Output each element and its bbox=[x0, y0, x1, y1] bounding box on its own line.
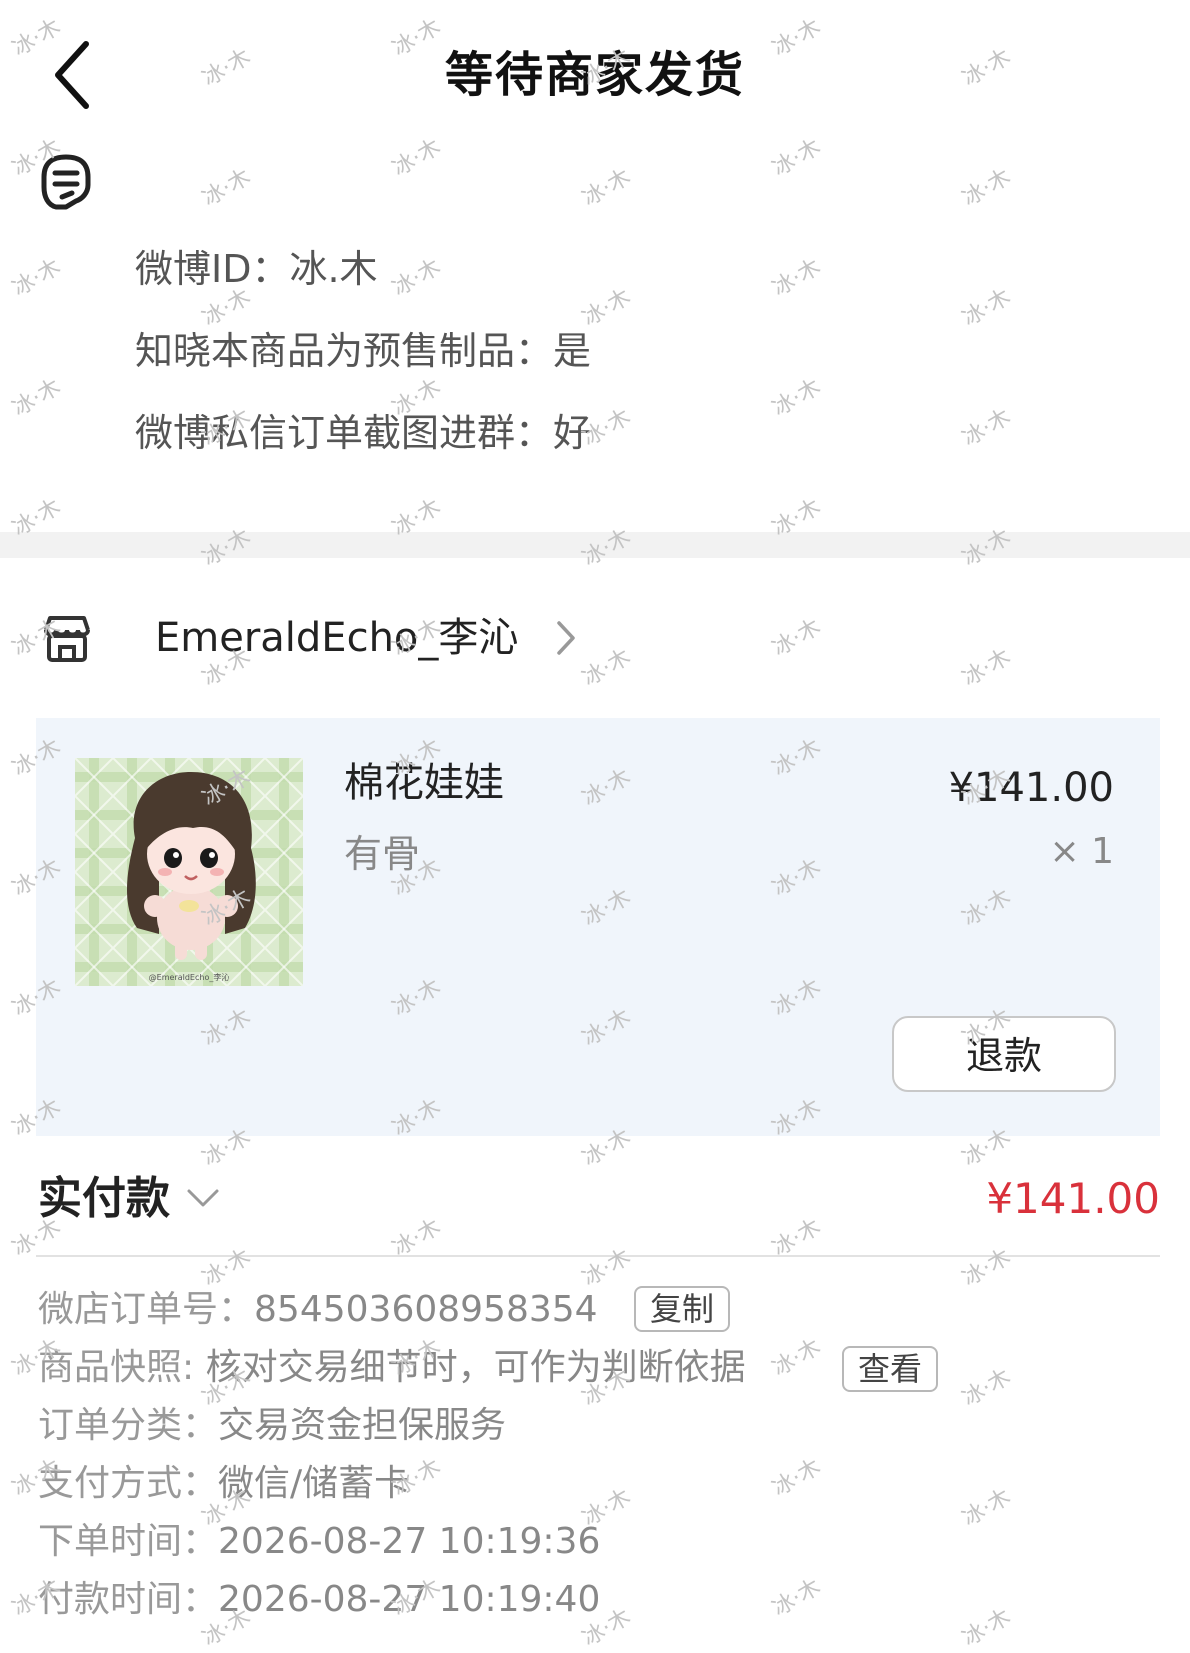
watermark-text: 冰·木 bbox=[768, 614, 826, 662]
watermark-text: 冰·木 bbox=[578, 284, 636, 332]
watermark-text: 冰·木 bbox=[578, 164, 636, 212]
copy-button[interactable]: 复制 bbox=[634, 1286, 730, 1332]
watermark-text: 冰·木 bbox=[768, 1574, 826, 1622]
watermark-text: 冰·木 bbox=[388, 254, 446, 302]
watermark-text: 冰·木 bbox=[768, 1334, 826, 1382]
note-icon bbox=[41, 154, 91, 210]
order-category-row: 订单分类：交易资金担保服务 bbox=[38, 1405, 507, 1446]
remark-screenshot: 微博私信订单截图进群：好 bbox=[135, 411, 592, 455]
page-title: 等待商家发货 bbox=[444, 47, 745, 103]
order-number: 854503608958354 bbox=[254, 1289, 598, 1330]
watermark-text: 冰·木 bbox=[768, 1454, 826, 1502]
view-snapshot-button[interactable]: 查看 bbox=[842, 1346, 938, 1392]
watermark-text: 冰·木 bbox=[388, 134, 446, 182]
watermark-text: 冰·木 bbox=[958, 644, 1016, 692]
watermark-text: 冰·木 bbox=[768, 374, 826, 422]
section-divider bbox=[0, 532, 1190, 558]
thumbnail-caption: @EmeraldEcho_李沁 bbox=[149, 972, 230, 982]
refund-button[interactable]: 退款 bbox=[892, 1016, 1116, 1092]
watermark-text: 冰·木 bbox=[958, 1604, 1016, 1652]
watermark-text: 冰·木 bbox=[8, 374, 66, 422]
remark-weibo-id: 微博ID：冰.木 bbox=[135, 247, 378, 291]
watermark-text: 冰·木 bbox=[8, 254, 66, 302]
watermark-text: 冰·木 bbox=[958, 1364, 1016, 1412]
snapshot-row: 商品快照: 核对交易细节时，可作为判断依据 bbox=[38, 1347, 746, 1388]
watermark-text: 冰·木 bbox=[198, 164, 256, 212]
chevron-down-icon[interactable] bbox=[186, 1186, 220, 1210]
paid-amount: ¥141.00 bbox=[986, 1174, 1160, 1223]
product-price: ¥141.00 bbox=[948, 765, 1114, 811]
watermark-text: 冰·木 bbox=[958, 1244, 1016, 1292]
product-spec: 有骨 bbox=[344, 832, 421, 876]
chevron-right-icon[interactable] bbox=[556, 620, 576, 656]
product-thumbnail[interactable]: @EmeraldEcho_李沁 bbox=[75, 758, 303, 986]
watermark-text: 冰·木 bbox=[958, 284, 1016, 332]
watermark-text: 冰·木 bbox=[958, 164, 1016, 212]
shop-name[interactable]: EmeraldEcho_李沁 bbox=[155, 610, 518, 666]
watermark-text: 冰·木 bbox=[578, 644, 636, 692]
product-name[interactable]: 棉花娃娃 bbox=[344, 755, 504, 811]
divider-line bbox=[36, 1255, 1160, 1257]
order-number-row: 微店订单号：854503608958354 bbox=[38, 1289, 598, 1330]
paid-amount-label[interactable]: 实付款 bbox=[38, 1168, 170, 1230]
order-time-row: 下单时间：2026-08-27 10:19:36 bbox=[38, 1521, 601, 1562]
payment-time-row: 付款时间：2026-08-27 10:19:40 bbox=[38, 1579, 601, 1620]
product-quantity: × 1 bbox=[1049, 831, 1114, 872]
watermark-text: 冰·木 bbox=[958, 404, 1016, 452]
remark-presale: 知晓本商品为预售制品：是 bbox=[135, 329, 592, 373]
shop-icon[interactable] bbox=[40, 612, 94, 664]
payment-method-row: 支付方式：微信/储蓄卡 bbox=[38, 1463, 411, 1504]
watermark-text: 冰·木 bbox=[768, 254, 826, 302]
watermark-text: 冰·木 bbox=[768, 134, 826, 182]
watermark-text: 冰·木 bbox=[958, 1484, 1016, 1532]
